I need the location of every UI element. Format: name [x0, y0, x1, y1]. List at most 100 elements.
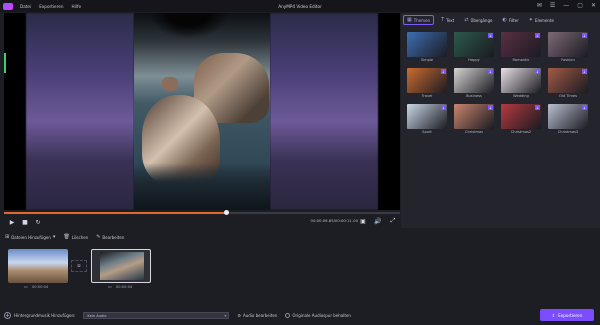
maximize-icon[interactable]: ▢ [577, 2, 583, 10]
theme-item[interactable]: Simple [407, 32, 447, 63]
theme-item[interactable]: ↓ Christmas [454, 104, 494, 135]
add-files-label: Dateien Hinzufügen [11, 234, 51, 240]
download-icon[interactable]: ↓ [582, 105, 587, 110]
tab-transitions[interactable]: ⇄ Übergänge [461, 15, 495, 25]
theme-item[interactable]: ↓ Happy [454, 32, 494, 63]
preview-frame [134, 13, 270, 210]
title-bar: Datei Exportieren Hilfe AnyMP4 Video Edi… [0, 0, 600, 12]
theme-item[interactable]: ↓ Travel [407, 68, 447, 99]
theme-thumbnail[interactable] [407, 32, 447, 57]
progress-fill [4, 212, 226, 214]
tab-elements[interactable]: ✦ Elemente [526, 15, 557, 25]
stop-icon[interactable]: ■ [20, 217, 30, 227]
minimize-icon[interactable]: — [563, 2, 569, 10]
chevron-down-icon: ▾ [52, 234, 56, 240]
theme-thumbnail[interactable]: ↓ [501, 32, 541, 57]
theme-thumbnail[interactable]: ↓ [501, 104, 541, 129]
theme-thumbnail[interactable]: ↓ [454, 104, 494, 129]
clip-thumbnail [100, 252, 144, 280]
tab-filter[interactable]: ◐ Filter [499, 15, 521, 25]
audio-edit-button[interactable]: ⚙ Audio bearbeiten [237, 313, 277, 318]
theme-item[interactable]: ↓ Christmas2 [501, 104, 541, 135]
timeline-clip-selected[interactable] [91, 249, 151, 283]
download-icon[interactable]: ↓ [582, 69, 587, 74]
timeline-clip[interactable] [8, 249, 68, 283]
tab-text[interactable]: T Text [438, 15, 457, 25]
theme-name: Business [466, 94, 482, 98]
fullscreen-icon[interactable]: ⤢ [388, 216, 398, 226]
theme-thumbnail[interactable]: ↓ [407, 68, 447, 93]
menu-icon[interactable]: ☰ [550, 2, 555, 10]
trash-icon: 🗑 [63, 234, 70, 240]
download-icon[interactable]: ↓ [488, 33, 493, 38]
filter-icon: ◐ [502, 17, 507, 23]
theme-thumbnail[interactable]: ↓ [501, 68, 541, 93]
edit-label: Bearbeiten [102, 234, 125, 240]
tab-label: Text [446, 17, 455, 23]
volume-icon[interactable]: 🔊 [373, 216, 383, 226]
level-indicator [4, 53, 6, 73]
snapshot-icon[interactable]: ▣ [358, 216, 368, 226]
theme-item[interactable]: ↓ Old Times [548, 68, 588, 99]
download-icon[interactable]: ↓ [488, 105, 493, 110]
download-icon[interactable]: ↓ [535, 105, 540, 110]
theme-thumbnail[interactable]: ↓ [407, 104, 447, 129]
download-icon[interactable]: ↓ [582, 33, 587, 38]
text-icon: T [441, 17, 445, 23]
keep-audio-option[interactable]: Originale Audiospur behalten [285, 313, 351, 318]
download-icon[interactable]: ↓ [441, 105, 446, 110]
video-clip-icon: ▭ [24, 284, 28, 289]
footer-bar: + Hintergrundmusik Hinzufügen: Kein Audi… [0, 306, 600, 325]
tab-themes[interactable]: ▦ Themen [403, 15, 435, 25]
download-icon[interactable]: ↓ [535, 33, 540, 38]
tab-label: Übergänge [470, 17, 493, 23]
theme-item[interactable]: ↓ Wedding [501, 68, 541, 99]
download-icon[interactable]: ↓ [488, 69, 493, 74]
play-icon[interactable]: ▶ [7, 217, 17, 227]
keep-audio-checkbox[interactable] [285, 313, 291, 318]
tab-label: Elemente [534, 17, 554, 23]
timeline: ⧈ ▭ 00:00:04 ▭ 00:00:04 [0, 244, 600, 304]
theme-item[interactable]: ↓ Business [454, 68, 494, 99]
timeline-toolbar: ⊞ Dateien Hinzufügen ▾ 🗑 Löschen ✎ Bearb… [0, 232, 600, 242]
theme-item[interactable]: ↓ Sport [407, 104, 447, 135]
add-music-button[interactable]: + Hintergrundmusik Hinzufügen: [4, 312, 75, 319]
themes-grid: Simple ↓ Happy ↓ Romantic ↓ Fashion ↓ Travel ↓ Bus… [407, 32, 595, 135]
theme-name: Simple [420, 58, 434, 62]
progress-handle[interactable] [223, 210, 229, 215]
theme-name: Christmas [464, 130, 484, 134]
menu-exportieren[interactable]: Exportieren [39, 4, 63, 9]
video-preview [4, 13, 400, 210]
window-title: AnyMP4 Video Editor [278, 3, 322, 9]
theme-name: Wedding [513, 94, 529, 98]
theme-item[interactable]: ↓ Christmas3 [548, 104, 588, 135]
delete-button[interactable]: 🗑 Löschen [63, 234, 88, 240]
wand-icon: ✎ [96, 234, 101, 240]
theme-item[interactable]: ↓ Romantic [501, 32, 541, 63]
add-music-label: Hintergrundmusik Hinzufügen: [14, 313, 76, 318]
add-files-button[interactable]: ⊞ Dateien Hinzufügen ▾ [5, 234, 55, 240]
theme-thumbnail[interactable]: ↓ [454, 32, 494, 57]
edit-button[interactable]: ✎ Bearbeiten [96, 234, 124, 240]
download-icon[interactable]: ↓ [441, 69, 446, 74]
video-clip-icon: ▭ [108, 284, 112, 289]
close-icon[interactable]: ✕ [591, 2, 596, 10]
playback-progress-bar[interactable] [4, 210, 400, 215]
download-icon[interactable]: ↓ [535, 69, 540, 74]
theme-thumbnail[interactable]: ↓ [454, 68, 494, 93]
export-button[interactable]: ⇪ Exportieren [540, 309, 594, 321]
theme-thumbnail[interactable]: ↓ [548, 68, 588, 93]
transition-slot[interactable]: ⧈ [71, 260, 87, 272]
feedback-icon[interactable]: ✉ [537, 2, 542, 10]
theme-thumbnail[interactable]: ↓ [548, 104, 588, 129]
menu-datei[interactable]: Datei [20, 4, 31, 9]
theme-thumbnail[interactable]: ↓ [548, 32, 588, 57]
export-icon: ⇪ [551, 312, 556, 318]
loop-icon[interactable]: ↻ [33, 217, 43, 227]
transitions-icon: ⇄ [464, 17, 469, 23]
theme-item[interactable]: ↓ Fashion [548, 32, 588, 63]
menu-hilfe[interactable]: Hilfe [72, 4, 82, 9]
audio-select-value: Kein Audio [87, 313, 107, 318]
sea-water [134, 163, 270, 210]
audio-select[interactable]: Kein Audio ▾ [83, 312, 230, 319]
